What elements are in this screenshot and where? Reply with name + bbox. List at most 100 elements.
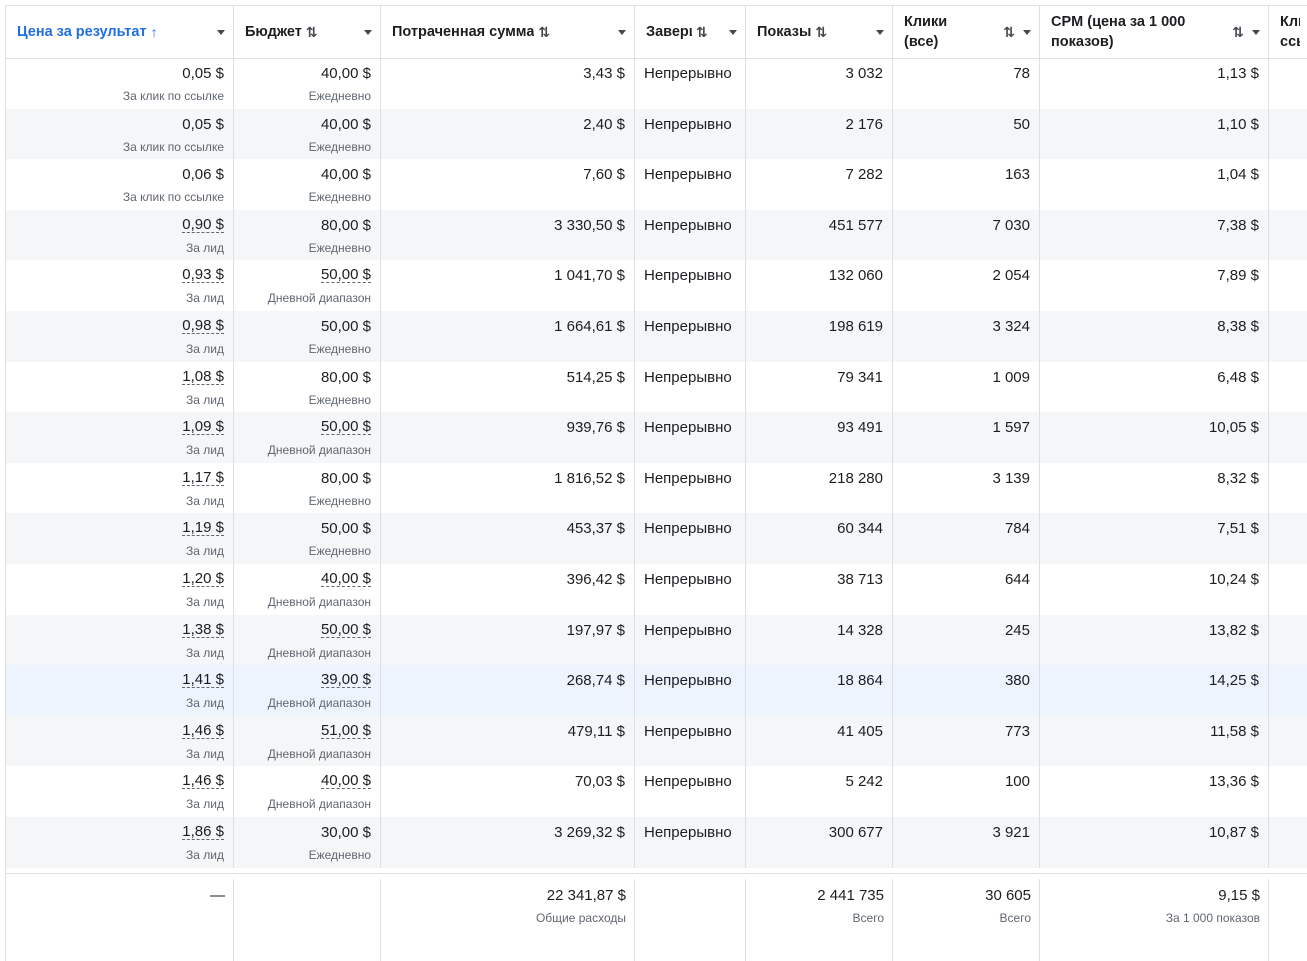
table-row[interactable]: 1,41 $ За лид 39,00 $ Дневной диапазон 268,7…: [6, 665, 1307, 716]
cost-per-result-type: За лид: [186, 240, 224, 255]
budget-value[interactable]: 40,00 $: [320, 571, 371, 587]
cost-per-result[interactable]: 1,20 $: [182, 571, 224, 587]
budget-cell: 50,00 $ Ежедневно: [234, 513, 381, 564]
cost-per-result-type: За лид: [186, 696, 224, 711]
sort-asc-icon[interactable]: ↑: [151, 24, 158, 40]
table-row[interactable]: 0,05 $ За клик по ссылке 40,00 $ Ежедневно 2…: [6, 108, 1307, 160]
impressions: 60 344: [837, 520, 883, 538]
col-label: Заверш: [646, 24, 692, 40]
amount-spent-cell: 514,25 $: [381, 361, 635, 413]
impressions-cell: 5 242: [746, 766, 893, 817]
cost-per-result[interactable]: 1,19 $: [182, 520, 224, 537]
ends-value: Непрерывно: [644, 571, 732, 588]
clicks-cell: 7 030: [893, 209, 1040, 261]
chevron-down-icon[interactable]: [1252, 29, 1260, 35]
col-header-clicks-all[interactable]: Клики (все) ⇅: [893, 6, 1040, 58]
amount-spent: 514,25 $: [566, 368, 625, 386]
col-header-cost-per-result[interactable]: Цена за результат ↑: [6, 6, 234, 58]
budget-value[interactable]: 51,00 $: [320, 723, 371, 739]
table-row[interactable]: 1,19 $ За лид 50,00 $ Ежедневно 453,37 $ Непр…: [6, 513, 1307, 564]
cost-per-result[interactable]: 1,08 $: [182, 369, 224, 385]
table-row[interactable]: 1,86 $ За лид 30,00 $ Ежедневно 3 269,32 $ Не…: [6, 817, 1307, 868]
cost-per-result[interactable]: 0,90 $: [182, 217, 224, 233]
col-header-amount-spent[interactable]: Потраченная сумма ⇅: [381, 6, 635, 58]
budget-value[interactable]: 50,00 $: [320, 267, 371, 284]
ends-cell: Непрерывно: [635, 462, 746, 514]
col-header-budget[interactable]: Бюджет ⇅: [234, 6, 381, 58]
table-row[interactable]: 0,93 $ За лид 50,00 $ Дневной диапазон 1 041…: [6, 260, 1307, 311]
chevron-down-icon[interactable]: [1023, 29, 1031, 35]
cost-per-result[interactable]: 1,17 $: [182, 470, 224, 486]
chevron-down-icon[interactable]: [217, 29, 225, 35]
cost-per-result[interactable]: 1,46 $: [182, 773, 224, 790]
cpm-cell: 11,58 $: [1040, 715, 1269, 767]
cost-per-result[interactable]: 1,86 $: [182, 824, 224, 840]
col-header-link-clicks[interactable]: Кли ссы: [1269, 6, 1307, 58]
clicks-cell: 1 009: [893, 361, 1040, 413]
budget-value[interactable]: 39,00 $: [320, 672, 371, 689]
cost-per-result-cell: 1,17 $ За лид: [6, 462, 234, 514]
table-row[interactable]: 1,17 $ За лид 80,00 $ Ежедневно 1 816,52 $ Не…: [6, 462, 1307, 514]
col-header-impressions[interactable]: Показы ⇅: [746, 6, 893, 58]
impressions: 79 341: [837, 368, 883, 386]
sort-icon[interactable]: ⇅: [538, 24, 550, 41]
cost-per-result[interactable]: 1,09 $: [182, 419, 224, 436]
ends-value: Непрерывно: [644, 267, 732, 285]
ends-cell: Непрерывно: [635, 665, 746, 716]
clicks-all: 78: [1013, 65, 1030, 82]
amount-spent-cell: 268,74 $: [381, 665, 635, 716]
sort-icon[interactable]: ⇅: [1003, 24, 1015, 41]
table-row[interactable]: 1,09 $ За лид 50,00 $ Дневной диапазон 939,7…: [6, 412, 1307, 463]
cost-per-result[interactable]: 1,38 $: [182, 622, 224, 638]
cost-per-result[interactable]: 0,93 $: [182, 267, 224, 284]
cost-per-result[interactable]: 1,46 $: [182, 723, 224, 739]
total-clicks-cell: 30 605 Всего: [893, 879, 1040, 961]
table-row[interactable]: 0,05 $ За клик по ссылке 40,00 $ Ежедневно 3…: [6, 58, 1307, 109]
sort-icon[interactable]: ⇅: [1232, 24, 1244, 41]
clicks-cell: 163: [893, 159, 1040, 210]
chevron-down-icon[interactable]: [729, 29, 737, 35]
table-row[interactable]: 0,90 $ За лид 80,00 $ Ежедневно 3 330,50 $ Не…: [6, 209, 1307, 261]
chevron-down-icon[interactable]: [364, 29, 372, 35]
clicks-cell: 78: [893, 58, 1040, 109]
amount-spent-cell: 396,42 $: [381, 564, 635, 615]
table-row[interactable]: 0,98 $ За лид 50,00 $ Ежедневно 1 664,61 $ Не…: [6, 311, 1307, 362]
impressions-cell: 132 060: [746, 260, 893, 311]
table-row[interactable]: 0,06 $ За клик по ссылке 40,00 $ Ежедневно 7…: [6, 159, 1307, 210]
chevron-down-icon[interactable]: [618, 29, 626, 35]
amount-spent: 70,03 $: [574, 773, 625, 791]
sort-icon[interactable]: ⇅: [306, 24, 318, 41]
budget-value[interactable]: 50,00 $: [320, 419, 371, 436]
table-row[interactable]: 1,46 $ За лид 40,00 $ Дневной диапазон 70,03…: [6, 766, 1307, 817]
sort-icon[interactable]: ⇅: [696, 24, 708, 41]
sort-icon[interactable]: ⇅: [815, 24, 827, 41]
budget-value[interactable]: 50,00 $: [320, 622, 371, 638]
amount-spent-cell: 1 664,61 $: [381, 311, 635, 362]
clicks-cell: 1 597: [893, 412, 1040, 463]
ends-cell: Непрерывно: [635, 513, 746, 564]
impressions: 451 577: [828, 216, 883, 234]
total-cost-cell: —: [6, 879, 234, 961]
budget-cell: 40,00 $ Ежедневно: [234, 159, 381, 210]
link-clicks-cell: [1269, 362, 1307, 413]
amount-spent: 453,37 $: [566, 520, 625, 538]
link-clicks-cell: [1269, 766, 1307, 817]
amount-spent-cell: 453,37 $: [381, 513, 635, 564]
table-row[interactable]: 1,08 $ За лид 80,00 $ Ежедневно 514,25 $ Непр…: [6, 361, 1307, 413]
budget-cell: 30,00 $ Ежедневно: [234, 817, 381, 868]
col-header-ends[interactable]: Заверш ⇅: [635, 6, 746, 58]
table-row[interactable]: 1,20 $ За лид 40,00 $ Дневной диапазон 396,4…: [6, 564, 1307, 615]
col-header-cpm[interactable]: CPM (цена за 1 000 показов) ⇅: [1040, 6, 1269, 58]
cost-per-result[interactable]: 0,98 $: [182, 318, 224, 334]
table-row[interactable]: 1,46 $ За лид 51,00 $ Дневной диапазон 479,1…: [6, 715, 1307, 767]
budget-cell: 40,00 $ Ежедневно: [234, 108, 381, 160]
ends-value: Непрерывно: [644, 419, 732, 437]
table-row[interactable]: 1,38 $ За лид 50,00 $ Дневной диапазон 197,9…: [6, 614, 1307, 666]
clicks-cell: 784: [893, 513, 1040, 564]
clicks-all: 2 054: [992, 267, 1030, 285]
chevron-down-icon[interactable]: [876, 29, 884, 35]
impressions: 38 713: [837, 571, 883, 588]
budget-value[interactable]: 40,00 $: [320, 773, 371, 790]
impressions: 14 328: [837, 621, 883, 639]
cost-per-result[interactable]: 1,41 $: [182, 672, 224, 689]
